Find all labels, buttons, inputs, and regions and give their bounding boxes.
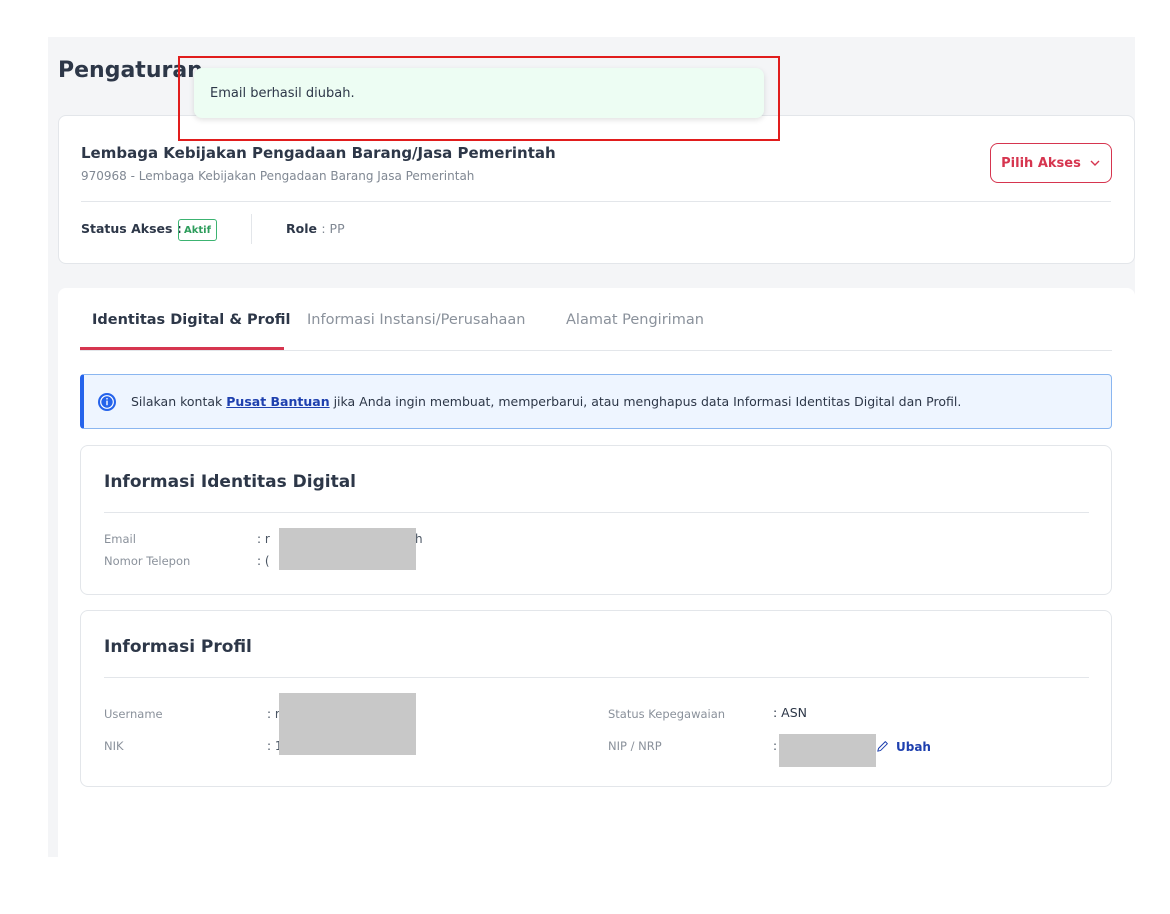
username-label: Username: [104, 707, 163, 721]
profile-section: Informasi Profil Username : r NIK : 1 St…: [80, 610, 1112, 787]
redacted-block: [279, 693, 416, 755]
nip-label: NIP / NRP: [608, 739, 662, 753]
nik-label: NIK: [104, 739, 124, 753]
status-badge: Aktif: [178, 219, 217, 241]
info-icon: [98, 392, 116, 411]
vertical-separator: [251, 214, 252, 244]
section-divider: [104, 512, 1089, 513]
toast-highlight-box: [178, 56, 780, 141]
digital-identity-section: Informasi Identitas Digital Email : r h …: [80, 445, 1112, 595]
role-label: Role: [286, 221, 317, 236]
role-info: Role : PP: [286, 221, 345, 236]
email-value: : r: [257, 532, 270, 546]
ubah-label: Ubah: [896, 739, 931, 754]
role-value: : PP: [321, 221, 345, 236]
username-value: : r: [267, 707, 280, 721]
employment-status-value: : ASN: [773, 705, 808, 720]
org-subtitle: 970968 - Lembaga Kebijakan Pengadaan Bar…: [81, 169, 475, 183]
pilih-akses-button[interactable]: Pilih Akses: [990, 143, 1112, 183]
info-banner: Silakan kontak Pusat Bantuan jika Anda i…: [80, 374, 1112, 429]
tab-alamat-pengiriman[interactable]: Alamat Pengiriman: [566, 312, 704, 328]
redacted-block: [779, 734, 876, 767]
active-tab-indicator: [80, 347, 284, 350]
banner-text: Silakan kontak Pusat Bantuan jika Anda i…: [131, 394, 961, 409]
phone-label: Nomor Telepon: [104, 554, 191, 568]
pilih-akses-label: Pilih Akses: [1001, 155, 1081, 171]
tab-bar: Identitas Digital & Profil Informasi Ins…: [80, 300, 1112, 351]
email-label: Email: [104, 532, 136, 546]
section-divider: [104, 677, 1089, 678]
banner-text-after: jika Anda ingin membuat, memperbarui, at…: [329, 394, 962, 409]
phone-value: : (: [257, 554, 270, 568]
redacted-block: [279, 528, 416, 570]
nip-colon: :: [773, 739, 778, 753]
pencil-icon: [877, 741, 888, 752]
tab-identitas-digital-profil[interactable]: Identitas Digital & Profil: [92, 312, 290, 328]
employment-status-label: Status Kepegawaian: [608, 707, 726, 721]
profile-title: Informasi Profil: [104, 637, 252, 657]
access-divider: [81, 201, 1111, 202]
status-akses-label: Status Akses :: [81, 221, 182, 236]
ubah-nip-button[interactable]: Ubah: [875, 739, 931, 754]
tab-informasi-instansi[interactable]: Informasi Instansi/Perusahaan: [307, 312, 526, 328]
banner-text-before: Silakan kontak: [131, 394, 227, 409]
org-name: Lembaga Kebijakan Pengadaan Barang/Jasa …: [81, 144, 556, 162]
email-value-tail: h: [415, 532, 423, 546]
chevron-down-icon: [1090, 160, 1100, 166]
pusat-bantuan-link[interactable]: Pusat Bantuan: [226, 394, 329, 409]
digital-identity-title: Informasi Identitas Digital: [104, 472, 357, 492]
